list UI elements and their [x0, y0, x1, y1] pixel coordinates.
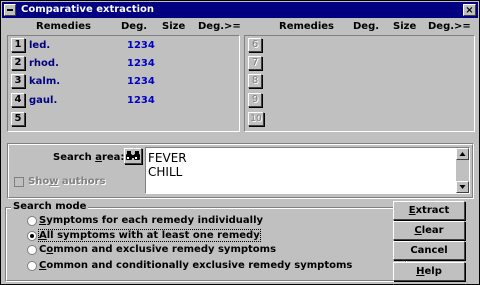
remedy-slot-button[interactable]: 10	[248, 112, 264, 126]
remedy-name[interactable]: kalm.	[29, 76, 60, 87]
radio-button[interactable]	[27, 261, 37, 271]
remedy-degree[interactable]: 1234	[127, 95, 155, 106]
scroll-up-button[interactable]	[456, 148, 469, 160]
remedy-list-left: 1 led. 1234 2 rhod. 1234 3 kalm. 1234 4 …	[7, 35, 240, 132]
remedy-degree[interactable]: 1234	[127, 76, 155, 87]
col-header-remedies-right: Remedies	[279, 21, 335, 32]
help-button[interactable]: Help	[393, 262, 465, 281]
remedy-slot-button[interactable]: 3	[11, 74, 25, 88]
system-menu-icon[interactable]	[4, 4, 16, 16]
remedy-name[interactable]: led.	[29, 40, 50, 51]
arrow-down-icon	[459, 185, 466, 189]
remedy-degree[interactable]: 1234	[127, 40, 155, 51]
radio-label: Common and conditionally exclusive remed…	[39, 260, 353, 271]
remedy-slot-button[interactable]: 7	[248, 56, 262, 70]
remedy-slot-button[interactable]: 9	[248, 93, 262, 107]
remedy-slot-button[interactable]: 2	[11, 56, 25, 70]
search-browse-button[interactable]	[124, 148, 142, 164]
search-mode-title: Search mode	[11, 201, 89, 212]
remedy-degree[interactable]: 1234	[127, 58, 155, 69]
radio-button[interactable]	[27, 231, 37, 241]
col-header-deggte-left: Deg.>=	[198, 21, 241, 32]
window-title: Comparative extraction	[21, 4, 155, 15]
binoculars-icon	[126, 151, 140, 160]
search-textarea[interactable]: FEVER CHILL	[145, 147, 470, 194]
radio-label: All symptoms with at least one remedy	[38, 229, 261, 242]
dialog-window: Comparative extraction × Remedies Deg. S…	[0, 0, 480, 285]
remedy-slot-button[interactable]: 4	[11, 93, 25, 107]
col-header-size-right: Size	[393, 21, 417, 32]
col-header-remedies-left: Remedies	[36, 21, 92, 32]
search-line: FEVER	[148, 151, 187, 165]
vertical-scrollbar[interactable]	[456, 148, 469, 193]
cancel-button[interactable]: Cancel	[393, 241, 465, 260]
remedy-slot-button[interactable]: 5	[11, 112, 25, 126]
remedy-slot-button[interactable]: 6	[248, 38, 262, 52]
search-line: CHILL	[148, 165, 183, 179]
title-bar: Comparative extraction ×	[2, 2, 478, 18]
show-authors-label: Show authors	[28, 176, 106, 187]
radio-button[interactable]	[27, 245, 37, 255]
col-header-deggte-right: Deg.>=	[428, 21, 471, 32]
remedy-name[interactable]: gaul.	[29, 95, 57, 106]
remedy-list-right: 6 7 8 9 10	[244, 35, 475, 132]
clear-button[interactable]: Clear	[393, 221, 465, 240]
close-button[interactable]: ×	[463, 4, 476, 16]
arrow-up-icon	[459, 152, 466, 156]
col-header-deg-left: Deg.	[121, 21, 148, 32]
extract-button[interactable]: Extract	[393, 201, 465, 220]
col-header-size-left: Size	[162, 21, 186, 32]
col-header-deg-right: Deg.	[353, 21, 380, 32]
radio-label: Symptoms for each remedy individually	[39, 215, 264, 226]
show-authors-checkbox[interactable]	[14, 177, 24, 187]
remedy-name[interactable]: rhod.	[29, 58, 59, 69]
radio-button[interactable]	[27, 216, 37, 226]
remedy-slot-button[interactable]: 1	[11, 38, 25, 52]
remedy-slot-button[interactable]: 8	[248, 74, 262, 88]
radio-label: Common and exclusive remedy symptoms	[39, 244, 277, 255]
scroll-down-button[interactable]	[456, 181, 469, 193]
search-area-label: Search area:	[53, 152, 125, 163]
